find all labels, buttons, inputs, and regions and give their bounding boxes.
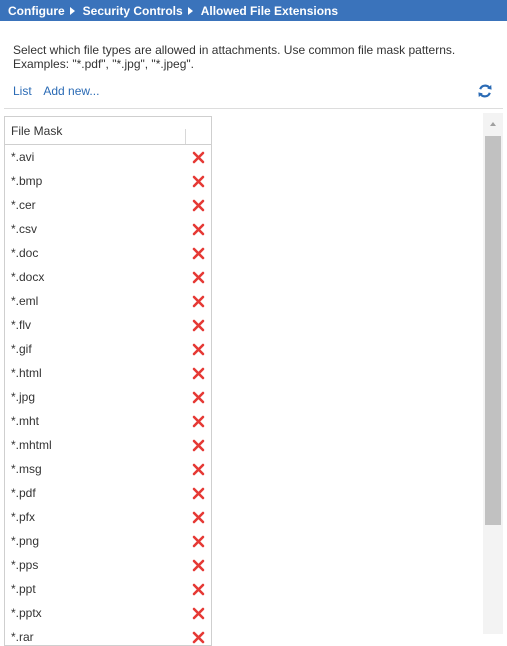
file-mask-value: *.flv <box>11 318 32 332</box>
table-row[interactable]: *.jpg <box>5 385 211 409</box>
delete-icon[interactable] <box>192 607 205 620</box>
file-mask-value: *.csv <box>11 222 38 236</box>
file-mask-value: *.cer <box>11 198 36 212</box>
breadcrumb-item-allowed-file-extensions: Allowed File Extensions <box>201 4 338 18</box>
breadcrumb: Configure Security Controls Allowed File… <box>0 0 507 21</box>
breadcrumb-item-security-controls[interactable]: Security Controls <box>83 4 183 18</box>
file-mask-value: *.msg <box>11 462 42 476</box>
table-row[interactable]: *.mhtml <box>5 433 211 457</box>
table-row[interactable]: *.ppt <box>5 577 211 601</box>
table-row[interactable]: *.flv <box>5 313 211 337</box>
file-mask-value: *.pfx <box>11 510 36 524</box>
table-row[interactable]: *.html <box>5 361 211 385</box>
delete-icon[interactable] <box>192 175 205 188</box>
file-mask-value: *.mht <box>11 414 40 428</box>
table-row[interactable]: *.eml <box>5 289 211 313</box>
add-new-link[interactable]: Add new... <box>43 84 99 98</box>
delete-icon[interactable] <box>192 559 205 572</box>
table-row[interactable]: *.csv <box>5 217 211 241</box>
delete-icon[interactable] <box>192 151 205 164</box>
table-row[interactable]: *.gif <box>5 337 211 361</box>
breadcrumb-label: Configure <box>8 3 65 18</box>
table-row[interactable]: *.png <box>5 529 211 553</box>
table-row[interactable]: *.msg <box>5 457 211 481</box>
scrollbar-thumb[interactable] <box>485 136 501 525</box>
chevron-right-icon <box>187 6 193 15</box>
breadcrumb-item-configure[interactable]: Configure <box>8 4 65 18</box>
grid-header: File Mask <box>5 117 211 145</box>
table-row[interactable]: *.pdf <box>5 481 211 505</box>
breadcrumb-label: Allowed File Extensions <box>200 3 339 18</box>
table-row[interactable]: *.pptx <box>5 601 211 625</box>
file-mask-value: *.mhtml <box>11 438 52 452</box>
delete-icon[interactable] <box>192 319 205 332</box>
table-row[interactable]: *.avi <box>5 145 211 169</box>
grid-body: *.avi *.bmp *.cer *.csv *.doc *.docx *.eml *.fl… <box>5 145 211 645</box>
column-divider <box>185 129 186 144</box>
file-mask-value: *.eml <box>11 294 39 308</box>
table-row[interactable]: *.cer <box>5 193 211 217</box>
delete-icon[interactable] <box>192 487 205 500</box>
column-header-file-mask[interactable]: File Mask <box>5 124 62 138</box>
refresh-icon[interactable] <box>477 83 493 99</box>
file-mask-value: *.pps <box>11 558 39 572</box>
delete-icon[interactable] <box>192 463 205 476</box>
table-row[interactable]: *.rar <box>5 625 211 645</box>
file-mask-value: *.ppt <box>11 582 36 596</box>
file-mask-value: *.pptx <box>11 606 42 620</box>
file-mask-value: *.pdf <box>11 486 36 500</box>
file-mask-value: *.jpg <box>11 390 36 404</box>
scroll-up-arrow-icon[interactable] <box>483 115 503 133</box>
file-mask-grid: File Mask *.avi *.bmp *.cer *.csv *.doc *.doc… <box>4 116 212 646</box>
delete-icon[interactable] <box>192 271 205 284</box>
file-mask-value: *.gif <box>11 342 32 356</box>
breadcrumb-label: Security Controls <box>82 3 183 18</box>
file-mask-value: *.png <box>11 534 40 548</box>
file-mask-value: *.rar <box>11 630 34 644</box>
table-row[interactable]: *.doc <box>5 241 211 265</box>
table-row[interactable]: *.pfx <box>5 505 211 529</box>
delete-icon[interactable] <box>192 415 205 428</box>
vertical-scrollbar[interactable] <box>483 113 503 634</box>
delete-icon[interactable] <box>192 223 205 236</box>
divider <box>4 108 503 109</box>
view-links: List Add new... <box>13 84 108 98</box>
table-row[interactable]: *.pps <box>5 553 211 577</box>
file-mask-value: *.avi <box>11 150 35 164</box>
file-mask-value: *.docx <box>11 270 45 284</box>
file-mask-value: *.doc <box>11 246 39 260</box>
table-row[interactable]: *.docx <box>5 265 211 289</box>
chevron-right-icon <box>69 6 75 15</box>
delete-icon[interactable] <box>192 367 205 380</box>
delete-icon[interactable] <box>192 199 205 212</box>
list-link[interactable]: List <box>13 84 32 98</box>
delete-icon[interactable] <box>192 247 205 260</box>
table-row[interactable]: *.mht <box>5 409 211 433</box>
delete-icon[interactable] <box>192 343 205 356</box>
delete-icon[interactable] <box>192 535 205 548</box>
table-row[interactable]: *.bmp <box>5 169 211 193</box>
page-description: Select which file types are allowed in a… <box>13 43 456 71</box>
delete-icon[interactable] <box>192 439 205 452</box>
file-mask-value: *.html <box>11 366 42 380</box>
delete-icon[interactable] <box>192 511 205 524</box>
delete-icon[interactable] <box>192 295 205 308</box>
delete-icon[interactable] <box>192 631 205 644</box>
delete-icon[interactable] <box>192 391 205 404</box>
file-mask-value: *.bmp <box>11 174 43 188</box>
delete-icon[interactable] <box>192 583 205 596</box>
